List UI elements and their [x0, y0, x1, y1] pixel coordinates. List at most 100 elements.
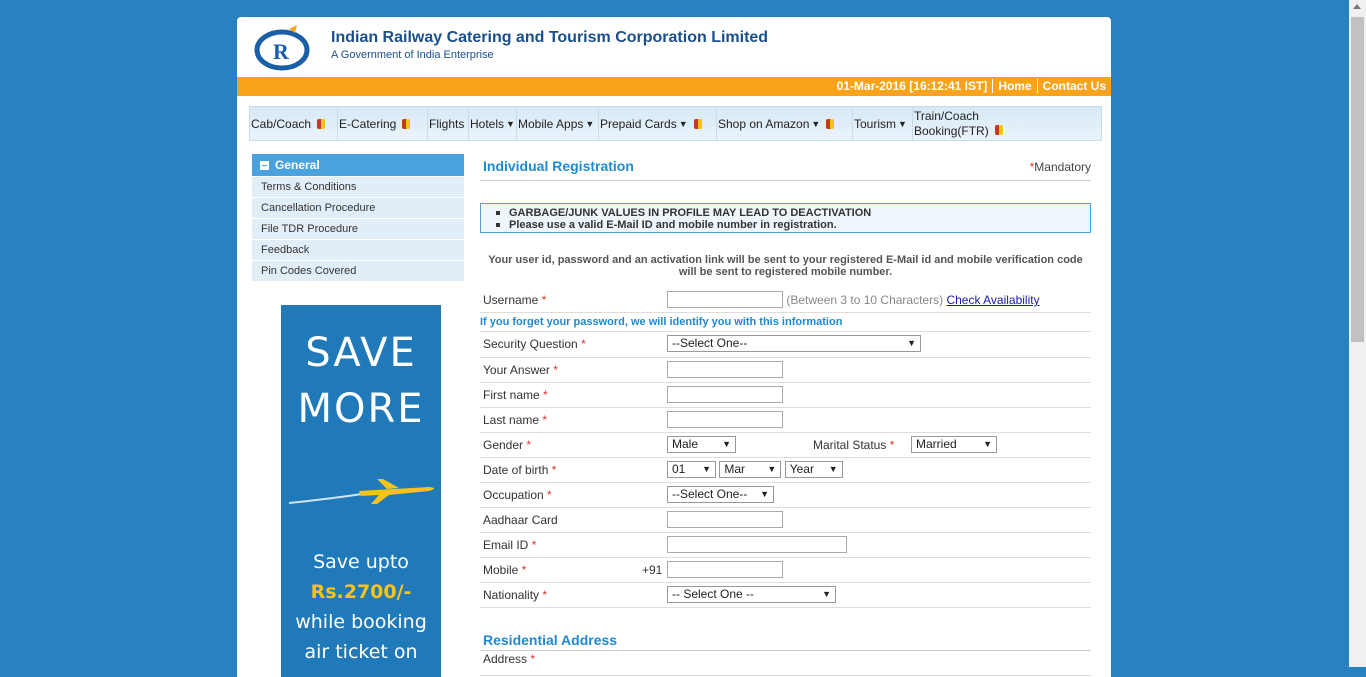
promo-line-amount: Rs.2700/- [310, 581, 412, 603]
nav-label: Mobile Apps [518, 116, 584, 131]
mandatory-label: Mandatory [1034, 160, 1091, 174]
nav-tourism[interactable]: Tourism ▼ [853, 107, 913, 140]
nationality-select[interactable]: -- Select One -- ▼ [667, 586, 836, 603]
nav-shop-on-amazon[interactable]: Shop on Amazon ▼ [717, 107, 853, 140]
sidebar-item-terms[interactable]: Terms & Conditions [252, 177, 464, 197]
dropdown-arrow-icon: ▼ [822, 589, 831, 599]
info-text: Your user id, password and an activation… [488, 254, 1083, 278]
dropdown-arrow-icon: ▼ [678, 118, 688, 129]
aadhaar-label: Aadhaar Card [483, 513, 558, 527]
check-availability-link[interactable]: Check Availability [946, 293, 1039, 307]
dropdown-arrow-icon: ▼ [760, 489, 769, 499]
nav-mobile-apps[interactable]: Mobile Apps ▼ [517, 107, 599, 140]
svg-text:R: R [273, 39, 290, 64]
promo-details: Save upto Rs.2700/- while booking air ti… [281, 547, 441, 667]
dob-month-select[interactable]: Mar ▼ [719, 461, 782, 478]
contact-link[interactable]: Contact Us [1036, 79, 1111, 93]
answer-label: Your Answer * [483, 363, 558, 377]
occupation-select[interactable]: --Select One-- ▼ [667, 486, 774, 503]
gender-select[interactable]: Male ▼ [667, 436, 736, 453]
first-name-input[interactable] [667, 386, 783, 403]
aadhaar-input[interactable] [667, 511, 783, 528]
last-name-input[interactable] [667, 411, 783, 428]
row-email: Email ID * [480, 533, 1091, 558]
dropdown-arrow-icon: ▼ [983, 439, 992, 449]
promo-line-air: air ticket on [304, 641, 418, 663]
site-header: R Indian Railway Catering and Tourism Co… [237, 17, 1111, 76]
username-label: Username * [483, 293, 547, 307]
nav-label: Cab/Coach [251, 116, 312, 131]
dob-day-select[interactable]: 01 ▼ [667, 461, 716, 478]
security-question-label: Security Question * [483, 337, 586, 351]
row-nationality: Nationality * -- Select One -- ▼ [480, 583, 1091, 608]
promo-line-saveupto: Save upto [313, 551, 409, 573]
nav-train-coach-booking[interactable]: Train/Coach Booking(FTR) [913, 107, 1101, 140]
promo-headline: SAVE MORE [281, 325, 441, 437]
last-name-label: Last name * [483, 413, 548, 427]
nav-prepaid-cards[interactable]: Prepaid Cards ▼ [599, 107, 717, 140]
row-first-name: First name * [480, 383, 1091, 408]
scroll-thumb[interactable] [1351, 17, 1364, 342]
dropdown-arrow-icon: ▼ [828, 464, 838, 474]
promo-line-save: SAVE [305, 330, 417, 376]
dropdown-arrow-icon: ▼ [506, 118, 515, 129]
mobile-input[interactable] [667, 561, 783, 578]
sidebar-item-tdr[interactable]: File TDR Procedure [252, 219, 464, 239]
dob-year-select[interactable]: Year ▼ [784, 461, 843, 478]
sidebar-item-feedback[interactable]: Feedback [252, 240, 464, 260]
email-label: Email ID * [483, 538, 537, 552]
promo-banner[interactable]: SAVE MORE Save upto Rs.2700/- while book… [281, 305, 441, 677]
dob-label: Date of birth * [483, 463, 557, 477]
address-label: Address * [483, 652, 536, 666]
username-input[interactable] [667, 291, 783, 308]
dropdown-arrow-icon: ▼ [907, 338, 916, 348]
external-icon [317, 118, 326, 129]
security-question-select[interactable]: --Select One-- ▼ [667, 335, 921, 352]
row-occupation: Occupation * --Select One-- ▼ [480, 483, 1091, 508]
residential-title-bar: Residential Address [480, 628, 1091, 651]
warning-notice: GARBAGE/JUNK VALUES IN PROFILE MAY LEAD … [480, 203, 1091, 233]
airplane-icon [289, 479, 434, 504]
sidebar-heading-label: General [275, 158, 320, 172]
nav-flights[interactable]: Flights [428, 107, 469, 140]
external-icon [402, 118, 411, 129]
username-controls: (Between 3 to 10 Characters) Check Avail… [667, 291, 1040, 308]
nav-hotels[interactable]: Hotels ▼ [469, 107, 517, 140]
dropdown-arrow-icon: ▼ [811, 118, 821, 129]
promo-line-while: while booking [295, 611, 427, 633]
nav-label: Prepaid Cards [600, 116, 677, 131]
home-link[interactable]: Home [992, 79, 1037, 93]
email-input[interactable] [667, 536, 847, 553]
nav-label: Train/Coach Booking(FTR) [914, 108, 989, 138]
sidebar: General Terms & Conditions Cancellation … [252, 154, 464, 281]
first-name-label: First name * [483, 388, 548, 402]
form-title: Individual Registration [483, 158, 634, 174]
gender-label: Gender * [483, 438, 532, 452]
page-scrollbar[interactable] [1349, 0, 1366, 667]
row-answer: Your Answer * [480, 358, 1091, 383]
nav-cab-coach[interactable]: Cab/Coach [250, 107, 338, 140]
username-hint: (Between 3 to 10 Characters) [786, 293, 944, 307]
nationality-label: Nationality * [483, 588, 548, 602]
forget-note: If you forget your password, we will ide… [480, 316, 843, 328]
residential-title: Residential Address [483, 632, 618, 648]
mobile-label: Mobile * [483, 563, 527, 577]
mobile-prefix: +91 [642, 563, 663, 577]
dropdown-arrow-icon: ▼ [898, 118, 907, 129]
nav-label: Flights [429, 116, 465, 131]
sidebar-item-pincodes[interactable]: Pin Codes Covered [252, 261, 464, 281]
scroll-up-icon[interactable] [1353, 4, 1361, 9]
dropdown-arrow-icon: ▼ [585, 118, 595, 129]
nav-label: E-Catering [339, 116, 397, 131]
marital-status-select[interactable]: Married ▼ [911, 436, 997, 453]
org-title: Indian Railway Catering and Tourism Corp… [331, 29, 769, 46]
main-nav: Cab/Coach E-Catering Flights Hotels ▼ Mob… [249, 106, 1102, 141]
sidebar-item-cancellation[interactable]: Cancellation Procedure [252, 198, 464, 218]
nav-e-catering[interactable]: E-Catering [338, 107, 428, 140]
sidebar-heading[interactable]: General [252, 154, 464, 176]
external-icon [995, 124, 1003, 135]
answer-input[interactable] [667, 361, 783, 378]
notice-line-2: Please use a valid E-Mail ID and mobile … [496, 219, 1090, 231]
nav-label: Shop on Amazon [718, 116, 810, 131]
notice-line-1: GARBAGE/JUNK VALUES IN PROFILE MAY LEAD … [496, 207, 1090, 219]
